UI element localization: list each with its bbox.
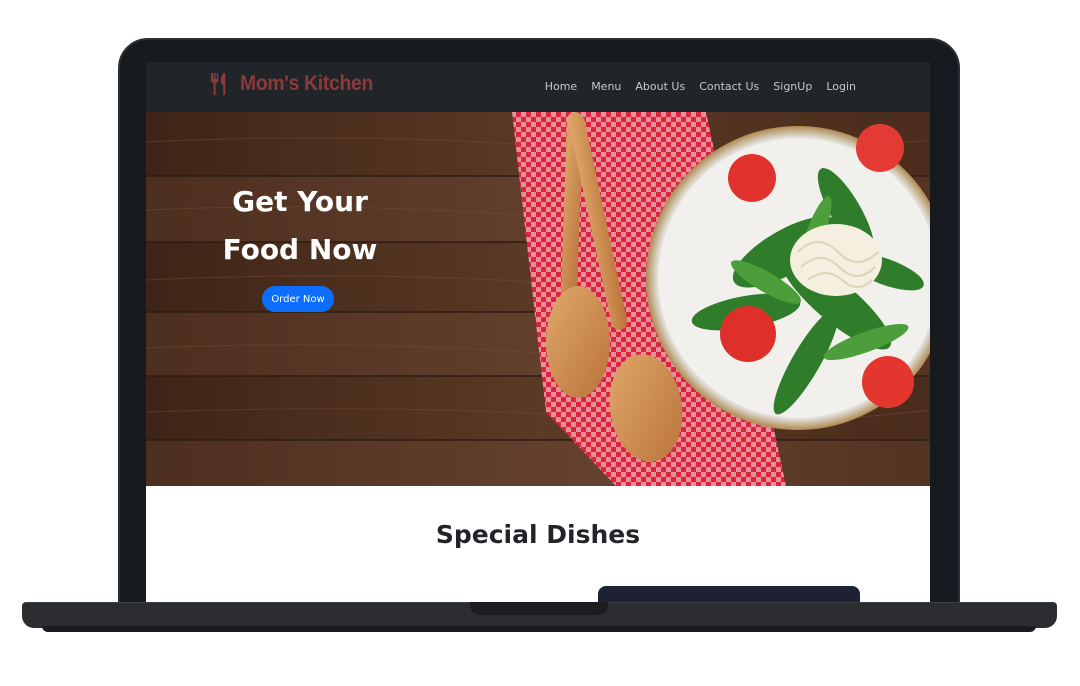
laptop-notch [470, 602, 608, 615]
nav-menu[interactable]: Menu [591, 80, 621, 93]
hero-banner: Get Your Food Now Order Now [146, 112, 930, 486]
brand[interactable]: Mom's Kitchen [208, 71, 385, 97]
hero-heading: Get Your Food Now [216, 178, 384, 274]
navbar: Mom's Kitchen Home Menu About Us Contact… [146, 62, 930, 112]
dish-card[interactable] [598, 586, 860, 602]
nav-signup[interactable]: SignUp [773, 80, 812, 93]
brand-name: Mom's Kitchen [240, 72, 374, 95]
nav-login[interactable]: Login [826, 80, 856, 93]
nav-links: Home Menu About Us Contact Us SignUp Log… [545, 80, 856, 93]
order-now-button[interactable]: Order Now [262, 286, 334, 312]
nav-contact-us[interactable]: Contact Us [699, 80, 759, 93]
nav-about-us[interactable]: About Us [635, 80, 685, 93]
browser-viewport: Mom's Kitchen Home Menu About Us Contact… [146, 62, 930, 602]
hero-title-line2: Food Now [222, 233, 378, 266]
laptop-base-shadow [42, 626, 1036, 632]
hero-title-line1: Get Your [232, 185, 368, 218]
section-title: Special Dishes [435, 520, 641, 549]
fork-knife-icon [211, 73, 226, 95]
nav-home[interactable]: Home [545, 80, 577, 93]
